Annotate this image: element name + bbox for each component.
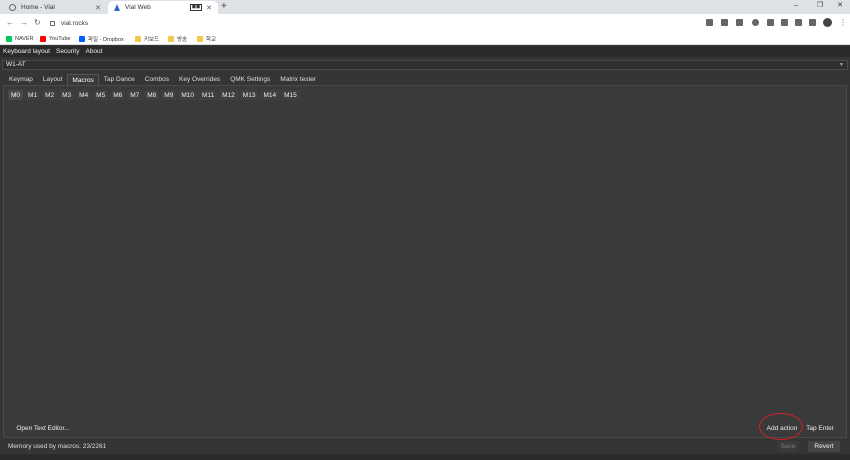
macro-tab-m11[interactable]: M11: [198, 90, 218, 100]
vial-logo-icon: [114, 4, 120, 11]
browser-tab-title: Home - Vial: [21, 4, 55, 11]
open-text-editor-button[interactable]: Open Text Editor...: [12, 423, 74, 434]
status-bar: [0, 454, 850, 460]
macro-tab-m15[interactable]: M15: [281, 90, 300, 100]
tab-macros[interactable]: Macros: [67, 74, 99, 85]
app-menu-bar: Keyboard layout Security About: [0, 46, 850, 57]
bookmark-label: 키보드: [144, 36, 160, 43]
macro-tab-m7[interactable]: M7: [127, 90, 143, 100]
more-menu-icon[interactable]: ⋮: [839, 17, 847, 28]
translate-extension-icon[interactable]: [767, 19, 774, 26]
browser-tab-vial[interactable]: Vial Web ◼◼ ✕: [108, 1, 218, 14]
extension-icon[interactable]: [752, 19, 759, 26]
folder-icon: [197, 35, 203, 42]
macro-tab-m13[interactable]: M13: [239, 90, 259, 100]
tab-keymap[interactable]: Keymap: [4, 74, 38, 85]
puzzle-icon[interactable]: [795, 19, 802, 26]
star-icon[interactable]: [736, 19, 743, 26]
menu-about[interactable]: About: [85, 48, 102, 55]
browser-toolbar: ← → ↻ vial.rocks ⋮: [0, 14, 850, 32]
bookmark-label: 학교: [206, 36, 217, 43]
url-text: vial.rocks: [61, 19, 89, 27]
revert-button[interactable]: Revert: [808, 441, 840, 452]
naver-icon: [6, 35, 12, 42]
macro-tab-m12[interactable]: M12: [219, 90, 238, 100]
tab-tap-dance[interactable]: Tap Dance: [99, 74, 140, 85]
highlight-circle: [759, 413, 803, 440]
macro-tab-m0[interactable]: M0: [8, 90, 24, 100]
close-window-icon[interactable]: ✕: [830, 0, 850, 12]
recording-icon: ◼◼: [189, 4, 203, 11]
bookmark-label: 방송: [177, 36, 188, 43]
macro-tab-m8[interactable]: M8: [144, 90, 160, 100]
menu-security[interactable]: Security: [56, 48, 79, 55]
share-icon[interactable]: [721, 19, 728, 26]
close-tab-icon[interactable]: ✕: [206, 4, 212, 12]
macro-tab-m9[interactable]: M9: [161, 90, 177, 100]
macro-editor-panel: [3, 85, 847, 438]
bookmark-naver[interactable]: NAVER: [6, 34, 34, 43]
dropbox-icon: [79, 35, 85, 42]
bookmark-label: NAVER: [15, 35, 34, 42]
folder-icon: [168, 35, 174, 42]
youtube-icon: [40, 35, 46, 42]
main-tabs: Keymap Layout Macros Tap Dance Combos Ke…: [4, 74, 321, 85]
bookmark-youtube[interactable]: YouTube: [40, 34, 71, 43]
sidebar-icon[interactable]: [809, 19, 816, 26]
menu-keyboard-layout[interactable]: Keyboard layout: [3, 48, 50, 55]
tab-layout[interactable]: Layout: [38, 74, 68, 85]
bookmark-folder-broadcast[interactable]: 방송: [168, 34, 187, 43]
macro-tab-m3[interactable]: M3: [59, 90, 75, 100]
maximize-icon[interactable]: ❐: [810, 0, 830, 12]
macro-tab-m5[interactable]: M5: [93, 90, 109, 100]
profile-avatar[interactable]: [823, 18, 832, 27]
macro-tab-m6[interactable]: M6: [110, 90, 126, 100]
macro-tab-m2[interactable]: M2: [42, 90, 58, 100]
browser-tab-title: Vial Web: [125, 4, 151, 11]
camera-icon[interactable]: [781, 19, 788, 26]
globe-icon: [9, 4, 16, 11]
tab-qmk-settings[interactable]: QMK Settings: [225, 74, 275, 85]
browser-tab-home[interactable]: Home - Vial ✕: [3, 1, 107, 14]
reload-icon[interactable]: ↻: [34, 17, 41, 28]
macro-tab-m14[interactable]: M14: [260, 90, 280, 100]
minimize-icon[interactable]: –: [786, 0, 806, 12]
macro-tab-m4[interactable]: M4: [76, 90, 92, 100]
forward-icon[interactable]: →: [20, 17, 28, 28]
keyboard-select-value: W1-AT: [6, 61, 26, 68]
address-bar[interactable]: vial.rocks: [50, 16, 700, 30]
bookmark-label: YouTube: [49, 35, 71, 42]
bookmark-dropbox[interactable]: 파일 - Dropbox: [79, 34, 124, 43]
new-tab-button[interactable]: +: [221, 1, 227, 13]
tap-enter-button[interactable]: Tap Enter: [804, 423, 836, 434]
bookmark-label: 파일 - Dropbox: [88, 36, 124, 43]
tab-key-overrides[interactable]: Key Overrides: [174, 74, 225, 85]
keyboard-select[interactable]: W1-AT ▼: [2, 60, 848, 70]
save-button[interactable]: Save: [778, 441, 798, 452]
close-tab-icon[interactable]: ✕: [95, 4, 101, 12]
bookmarks-bar: NAVER YouTube 파일 - Dropbox 키보드 방송 학교: [0, 32, 850, 45]
tab-matrix-tester[interactable]: Matrix tester: [275, 74, 321, 85]
lock-icon: [50, 20, 55, 26]
macro-tabs: M0 M1 M2 M3 M4 M5 M6 M7 M8 M9 M10 M11 M1…: [8, 90, 302, 100]
chevron-down-icon: ▼: [839, 62, 844, 68]
bookmark-folder-school[interactable]: 학교: [197, 34, 216, 43]
translate-icon[interactable]: [706, 19, 713, 26]
bookmark-folder-keyboard[interactable]: 키보드: [135, 34, 159, 43]
back-icon[interactable]: ←: [6, 17, 14, 28]
macro-tab-m1[interactable]: M1: [25, 90, 41, 100]
folder-icon: [135, 35, 141, 42]
macro-tab-m10[interactable]: M10: [178, 90, 197, 100]
tab-combos[interactable]: Combos: [140, 74, 174, 85]
browser-tab-strip: Home - Vial ✕ Vial Web ◼◼ ✕ + – ❐ ✕: [0, 0, 850, 14]
memory-usage-label: Memory used by macros: 23/2261: [8, 443, 107, 450]
